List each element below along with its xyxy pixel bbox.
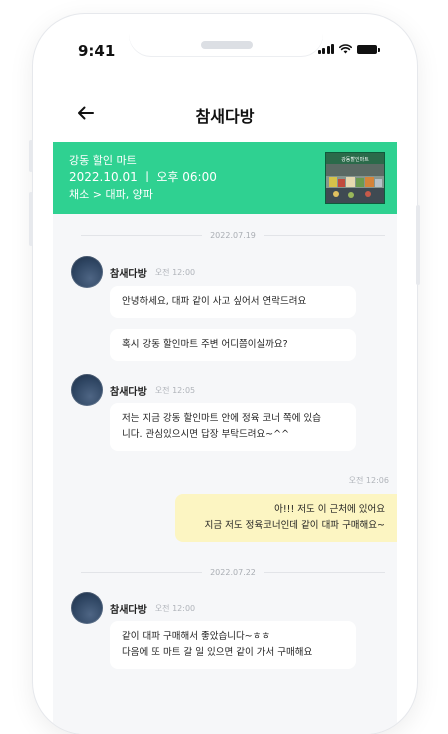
status-time: 9:41 <box>78 42 116 60</box>
received-bubble: 같이 대파 구매해서 좋았습니다~ㅎㅎ 다음에 또 마트 갈 일 있으면 같이 … <box>110 621 356 669</box>
message-header: 참새다방 오전 12:00 <box>71 592 195 624</box>
sender-name: 참새다방 <box>110 604 147 616</box>
date-label: 2022.07.19 <box>210 231 256 240</box>
wifi-icon <box>339 44 352 54</box>
sender-name: 참새다방 <box>110 268 147 280</box>
sender-name: 참새다방 <box>110 386 147 398</box>
bubble-line: 지금 저도 정육코너인데 같이 대파 구매해요~ <box>204 520 385 531</box>
bubble-line: 아!!! 저도 이 근처에 있어요 <box>274 504 385 515</box>
signal-icon <box>317 44 334 54</box>
side-button <box>416 205 420 285</box>
battery-icon <box>357 44 380 54</box>
page-title: 참새다방 <box>195 107 255 126</box>
avatar[interactable] <box>71 256 103 288</box>
my-message-time: 오전 12:06 <box>348 476 389 485</box>
bubble-line: 저는 지금 강동 할인마트 안에 정육 코너 쪽에 있습 <box>122 413 321 424</box>
message-header: 참새다방 오전 12:05 <box>71 374 195 406</box>
side-button <box>29 192 33 246</box>
phone-frame: 9:41 참새다방 강동 할인 마트 2022.10.01 ㅣ 오후 06:00… <box>33 14 417 734</box>
sent-bubble: 아!!! 저도 이 근처에 있어요 지금 저도 정육코너인데 같이 대파 구매해… <box>175 494 397 542</box>
bubble-line: 같이 대파 구매해서 좋았습니다~ㅎㅎ <box>122 631 271 642</box>
chat-area[interactable]: 2022.07.19 참새다방 오전 12:00 안녕하세요, 대파 같이 사고… <box>53 214 397 734</box>
date-separator: 2022.07.19 <box>81 231 385 240</box>
bubble-line: 니다. 관심있으시면 답장 부탁드려요~^^ <box>122 429 290 440</box>
store-thumbnail: 강동할인마트 <box>325 152 385 204</box>
store-sign-text: 강동할인마트 <box>341 156 369 163</box>
status-icons <box>317 44 380 54</box>
meetup-banner[interactable]: 강동 할인 마트 2022.10.01 ㅣ 오후 06:00 채소 > 대파, … <box>53 142 397 214</box>
message-time: 오전 12:00 <box>154 603 196 613</box>
avatar[interactable] <box>71 374 103 406</box>
app-header: 참새다방 <box>33 92 417 136</box>
date-label: 2022.07.22 <box>210 568 256 577</box>
message-header: 참새다방 오전 12:00 <box>71 256 195 288</box>
speaker <box>201 41 253 49</box>
message-time: 오전 12:05 <box>154 385 196 395</box>
avatar[interactable] <box>71 592 103 624</box>
side-button <box>29 140 33 172</box>
date-separator: 2022.07.22 <box>81 568 385 577</box>
message-time: 오전 12:00 <box>154 267 196 277</box>
received-bubble: 안녕하세요, 대파 같이 사고 싶어서 연락드려요 <box>110 286 356 318</box>
bubble-line: 다음에 또 마트 갈 일 있으면 같이 가서 구매해요 <box>122 647 313 658</box>
received-bubble: 혹시 강동 할인마트 주변 어디쯤이실까요? <box>110 329 356 361</box>
received-bubble: 저는 지금 강동 할인마트 안에 정육 코너 쪽에 있습 니다. 관심있으시면 … <box>110 403 356 451</box>
